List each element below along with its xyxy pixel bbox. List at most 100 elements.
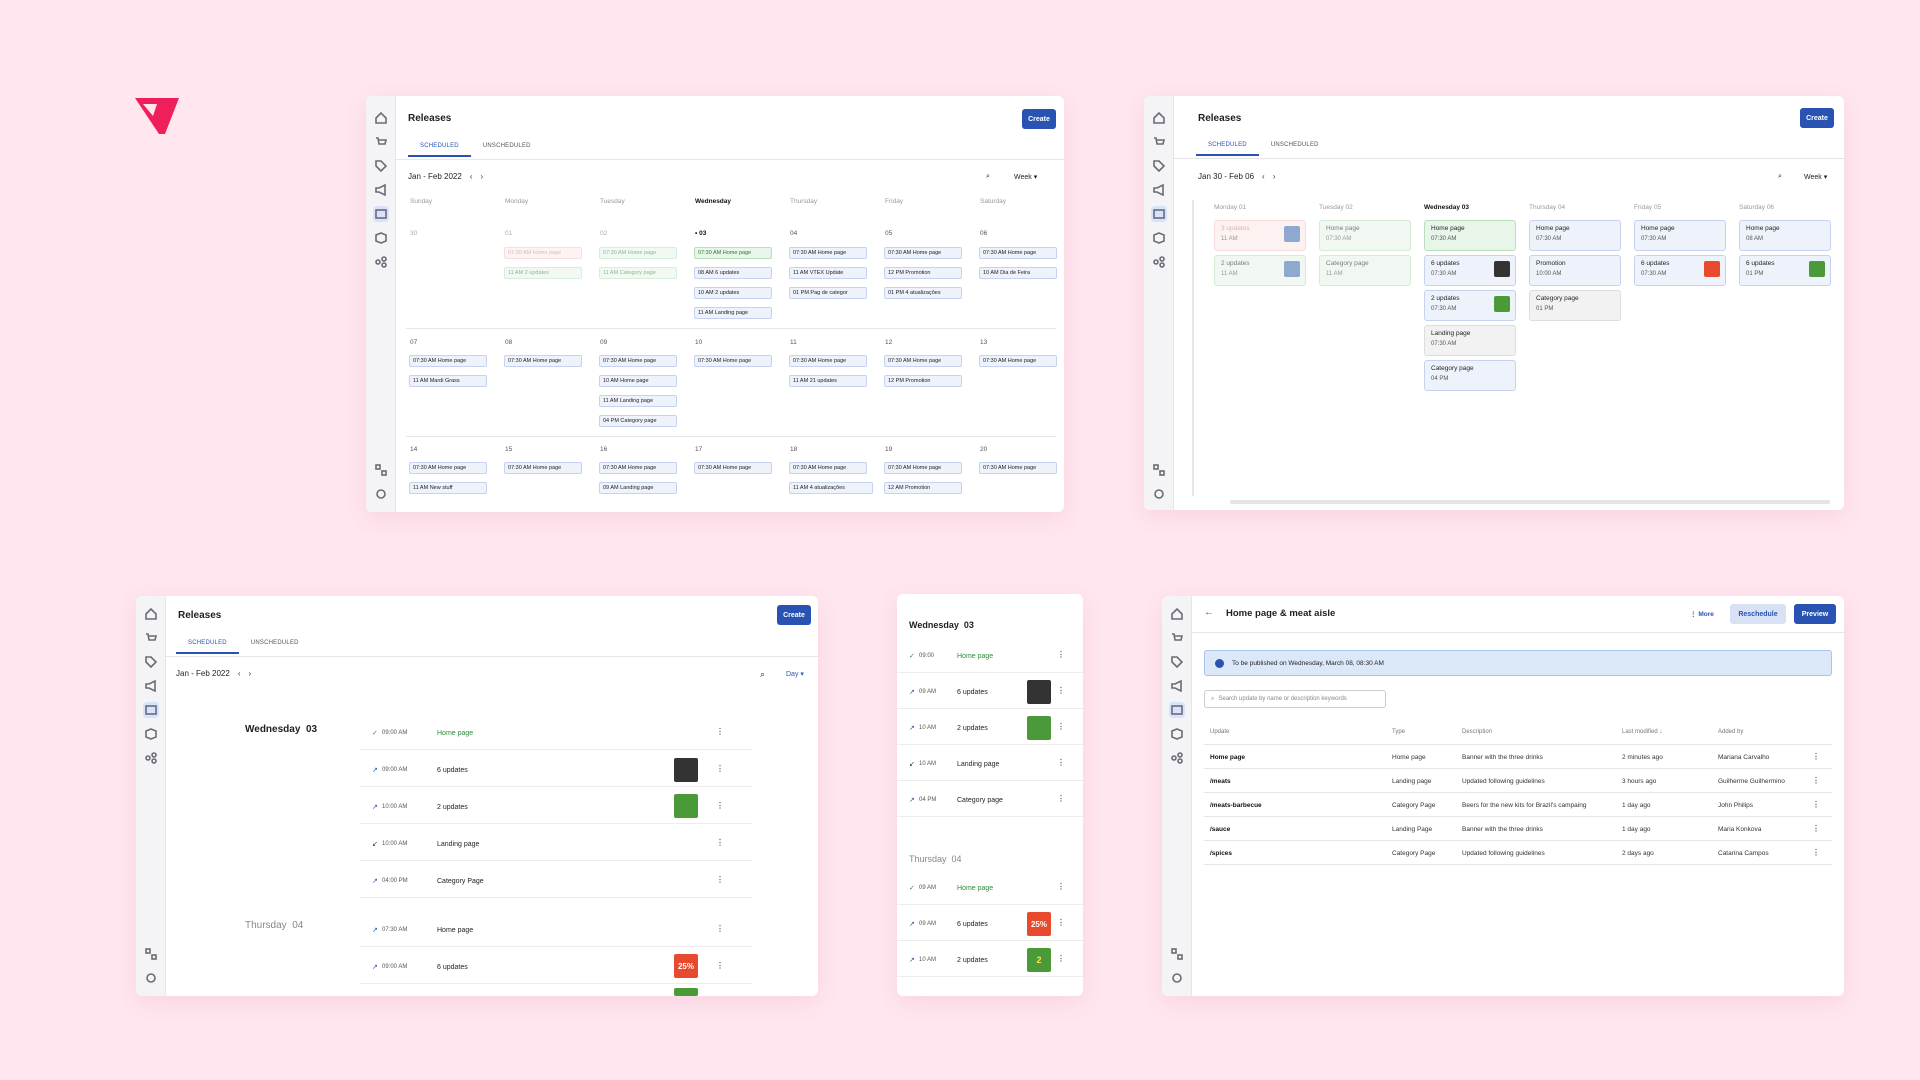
release-chip[interactable]: 10 AM Dia de Feira bbox=[979, 267, 1057, 279]
tab-unscheduled[interactable]: UNSCHEDULED bbox=[239, 636, 311, 652]
releases-icon[interactable] bbox=[143, 702, 159, 718]
view-select[interactable]: Week ▾ bbox=[1014, 173, 1037, 181]
more-icon[interactable]: ⋮ bbox=[1057, 882, 1065, 891]
release-chip[interactable]: 07:30 AM Home page bbox=[694, 247, 772, 259]
release-chip[interactable]: 01 PM Pag de categor bbox=[789, 287, 867, 299]
more-icon[interactable]: ⋮ bbox=[716, 924, 724, 933]
column-header[interactable]: Added by bbox=[1718, 729, 1743, 735]
more-icon[interactable]: ⋮ bbox=[1057, 686, 1065, 695]
settings-icon[interactable] bbox=[143, 970, 159, 986]
release-chip[interactable]: 11 AM VTEX Update bbox=[789, 267, 867, 279]
megaphone-icon[interactable] bbox=[1151, 182, 1167, 198]
box-icon[interactable] bbox=[143, 726, 159, 742]
column-header[interactable]: Last modified ↓ bbox=[1622, 729, 1662, 735]
table-cell[interactable]: /sauce bbox=[1210, 826, 1230, 833]
more-icon[interactable]: ⋮ bbox=[716, 764, 724, 773]
box-icon[interactable] bbox=[373, 230, 389, 246]
tag-icon[interactable] bbox=[1169, 654, 1185, 670]
prev-icon[interactable]: ‹ bbox=[238, 669, 241, 678]
create-button[interactable]: Create bbox=[1022, 109, 1056, 129]
more-icon[interactable]: ⋮ bbox=[1057, 722, 1065, 731]
release-row[interactable]: ↗ 04:00 PM Category Page bbox=[372, 877, 732, 886]
release-chip[interactable]: 07:30 AM Home page bbox=[979, 462, 1057, 474]
release-row[interactable]: ✓ 09 AM Home page bbox=[909, 884, 1069, 893]
table-cell[interactable]: /meats bbox=[1210, 778, 1231, 785]
release-chip[interactable]: 07:30 AM Home page bbox=[504, 355, 582, 367]
release-chip[interactable]: 04 PM Category page bbox=[599, 415, 677, 427]
box-icon[interactable] bbox=[1169, 726, 1185, 742]
table-cell[interactable]: /meats-barbecue bbox=[1210, 802, 1262, 809]
release-chip[interactable]: 11 AM 4 atualizações bbox=[789, 482, 873, 494]
create-button[interactable]: Create bbox=[1800, 108, 1834, 128]
more-icon[interactable]: ⋮ bbox=[1057, 954, 1065, 963]
release-card[interactable]: Category page 11 AM bbox=[1319, 255, 1411, 286]
prev-icon[interactable]: ‹ bbox=[470, 172, 473, 181]
next-icon[interactable]: › bbox=[1273, 172, 1276, 181]
horizontal-scrollbar[interactable] bbox=[1230, 500, 1830, 504]
releases-icon[interactable] bbox=[1151, 206, 1167, 222]
release-chip[interactable]: 10 AM 2 updates bbox=[694, 287, 772, 299]
release-chip[interactable]: 07:30 AM Home page bbox=[884, 462, 962, 474]
more-icon[interactable]: ⋮ bbox=[1812, 824, 1820, 833]
tag-icon[interactable] bbox=[143, 654, 159, 670]
more-icon[interactable]: ⋮ bbox=[1057, 758, 1065, 767]
apps-icon[interactable] bbox=[143, 946, 159, 962]
settings-icon[interactable] bbox=[1169, 970, 1185, 986]
megaphone-icon[interactable] bbox=[143, 678, 159, 694]
release-chip[interactable]: 11 AM 2 updates bbox=[504, 267, 582, 279]
release-chip[interactable]: 07:30 AM Home page bbox=[979, 247, 1057, 259]
more-icon[interactable]: ⋮ bbox=[1812, 776, 1820, 785]
table-cell[interactable]: Home page bbox=[1210, 754, 1245, 761]
release-chip[interactable]: 07:30 AM Home page bbox=[694, 462, 772, 474]
release-chip[interactable]: 01 PM 4 atualizações bbox=[884, 287, 962, 299]
apps-icon[interactable] bbox=[1151, 462, 1167, 478]
release-chip[interactable]: 07:30 AM Home page bbox=[789, 355, 867, 367]
create-button[interactable]: Create bbox=[777, 605, 811, 625]
release-chip[interactable]: 07:30 AM Home page bbox=[599, 247, 677, 259]
cart-icon[interactable] bbox=[1169, 630, 1185, 646]
search-icon[interactable]: ⌕ bbox=[760, 669, 765, 680]
search-icon[interactable]: ⌕ bbox=[1778, 173, 1782, 181]
release-chip[interactable]: 07:30 AM Home page bbox=[409, 462, 487, 474]
prev-icon[interactable]: ‹ bbox=[1262, 172, 1265, 181]
search-icon[interactable]: ⌕ bbox=[986, 173, 990, 181]
apps-icon[interactable] bbox=[373, 462, 389, 478]
home-icon[interactable] bbox=[1151, 110, 1167, 126]
tab-scheduled[interactable]: SCHEDULED bbox=[176, 636, 239, 654]
release-chip[interactable]: 10 AM Home page bbox=[599, 375, 677, 387]
release-card[interactable]: Home page 07:30 AM bbox=[1319, 220, 1411, 251]
tag-icon[interactable] bbox=[373, 158, 389, 174]
box-icon[interactable] bbox=[1151, 230, 1167, 246]
release-row[interactable]: ↙ 10 AM Landing page bbox=[909, 760, 1069, 769]
release-card[interactable]: Landing page 07:30 AM bbox=[1424, 325, 1516, 356]
release-card[interactable]: Home page 07:30 AM bbox=[1424, 220, 1516, 251]
release-chip[interactable]: 11 AM 21 updates bbox=[789, 375, 867, 387]
release-chip[interactable]: 12 PM Promotion bbox=[884, 375, 962, 387]
flow-icon[interactable] bbox=[1151, 254, 1167, 270]
flow-icon[interactable] bbox=[143, 750, 159, 766]
preview-button[interactable]: Preview bbox=[1794, 604, 1836, 624]
column-header[interactable]: Description bbox=[1462, 729, 1492, 735]
release-chip[interactable]: 11 AM New stuff bbox=[409, 482, 487, 494]
release-chip[interactable]: 07:30 AM Home page bbox=[979, 355, 1057, 367]
release-chip[interactable]: 07:30 AM Home page bbox=[789, 462, 867, 474]
release-card[interactable]: Category page 01 PM bbox=[1529, 290, 1621, 321]
release-row[interactable]: ✓ 09:00 Home page bbox=[909, 652, 1069, 661]
more-icon[interactable]: ⋮ bbox=[1057, 794, 1065, 803]
release-chip[interactable]: 11 AM Landing page bbox=[694, 307, 772, 319]
table-cell[interactable]: /spices bbox=[1210, 850, 1232, 857]
release-card[interactable]: Promotion 10:00 AM bbox=[1529, 255, 1621, 286]
cart-icon[interactable] bbox=[373, 134, 389, 150]
tab-unscheduled[interactable]: UNSCHEDULED bbox=[1259, 138, 1331, 154]
more-icon[interactable]: ⋮ bbox=[716, 801, 724, 810]
column-header[interactable]: Update bbox=[1210, 729, 1229, 735]
release-chip[interactable]: 11 AM Category page bbox=[599, 267, 677, 279]
home-icon[interactable] bbox=[1169, 606, 1185, 622]
releases-icon[interactable] bbox=[1169, 702, 1185, 718]
release-row[interactable]: ↙ 10:00 AM Landing page bbox=[372, 840, 732, 849]
more-icon[interactable]: ⋮ bbox=[1057, 650, 1065, 659]
more-icon[interactable]: ⋮ bbox=[1812, 752, 1820, 761]
release-chip[interactable]: 11 AM Mardi Grass bbox=[409, 375, 487, 387]
cart-icon[interactable] bbox=[1151, 134, 1167, 150]
next-icon[interactable]: › bbox=[248, 669, 251, 678]
